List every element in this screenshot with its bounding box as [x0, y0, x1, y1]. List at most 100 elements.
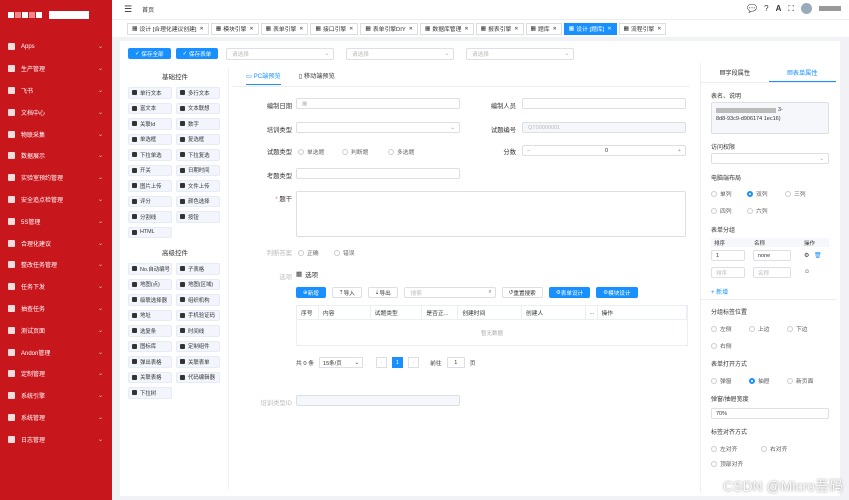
palette-component[interactable]: 评分: [128, 195, 172, 207]
page-tab[interactable]: ▦ 报表引擎 ✕: [475, 22, 524, 35]
breadcrumb-home[interactable]: 首页: [142, 5, 154, 14]
palette-component[interactable]: 级联选择器: [128, 294, 172, 306]
answer-radio-false[interactable]: 错误: [334, 248, 355, 257]
page-tab[interactable]: ▦ 设计 [合理化建议创建] ✕: [127, 22, 209, 35]
tab-field-props[interactable]: ▤ 字段属性: [701, 63, 769, 82]
open-mode-drawer[interactable]: 抽屉: [749, 376, 770, 385]
open-mode-dialog[interactable]: 弹窗: [711, 376, 732, 385]
help-icon[interactable]: ?: [764, 4, 768, 13]
tab-form-props[interactable]: ▤ 表单属性: [768, 63, 836, 82]
score-stepper[interactable]: −0 +: [522, 145, 686, 156]
sidebar-item[interactable]: 日志管理 ⌄: [0, 428, 112, 450]
page-tab[interactable]: ▦ 题库 ✕: [525, 22, 562, 35]
palette-component[interactable]: 选复条: [128, 325, 172, 337]
form-design-button[interactable]: ⚙ 表单设计: [548, 287, 591, 298]
align-left[interactable]: 左对齐: [711, 444, 737, 453]
tab-mobile-preview[interactable]: ▯ 移动端预览: [299, 71, 335, 85]
group-order-input[interactable]: 1: [711, 250, 745, 261]
page-tab[interactable]: ▦ 表单引擎 ✕: [260, 22, 309, 35]
goto-input[interactable]: 1: [446, 357, 465, 368]
train-type-select[interactable]: ⌄: [296, 122, 460, 133]
sidebar-item[interactable]: 系统引擎 ⌄: [0, 385, 112, 407]
palette-component[interactable]: 地图(点): [128, 278, 172, 290]
sidebar-item[interactable]: 文档中心 ⌄: [0, 101, 112, 123]
sidebar-item[interactable]: 任务下发 ⌄: [0, 276, 112, 298]
reset-search-button[interactable]: ↺ 重置搜索: [501, 287, 543, 298]
sidebar-item[interactable]: 实验室预约管理 ⌄: [0, 167, 112, 189]
import-button[interactable]: ⇡ 导入: [331, 287, 362, 298]
answer-radio-true[interactable]: 正确: [298, 248, 319, 257]
palette-component[interactable]: 组织机构: [176, 294, 220, 306]
palette-component[interactable]: 数字: [176, 118, 220, 130]
palette-component[interactable]: 单选框: [128, 133, 172, 145]
qtype-radio-single[interactable]: 单选题: [298, 147, 324, 156]
page-size-select[interactable]: 15条/页 ⌄: [319, 357, 364, 368]
stem-textarea[interactable]: [296, 191, 686, 237]
palette-component[interactable]: 开关: [128, 164, 172, 176]
palette-component[interactable]: 图片上传: [128, 180, 172, 192]
table-name-textarea[interactable]: 3- 8d8-93c9-d906174 1ec16): [711, 102, 829, 134]
select-2[interactable]: 请选择 ⌄: [346, 48, 454, 60]
message-icon[interactable]: 💬: [747, 4, 757, 13]
sidebar-item[interactable]: 5S管理 ⌄: [0, 210, 112, 232]
palette-component[interactable]: 下拉复选: [176, 149, 220, 161]
palette-component[interactable]: 富文本: [128, 102, 172, 114]
close-icon[interactable]: ✕: [299, 26, 303, 32]
sidebar-item[interactable]: 整改任务管理 ⌄: [0, 254, 112, 276]
palette-component[interactable]: 下拉单选: [128, 149, 172, 161]
palette-component[interactable]: 定制组件: [176, 340, 220, 352]
palette-component[interactable]: 下拉树: [128, 387, 172, 399]
sidebar-item[interactable]: 定制管理 ⌄: [0, 363, 112, 385]
align-top[interactable]: 顶部对齐: [711, 459, 743, 468]
palette-component[interactable]: 关联表格: [128, 371, 172, 383]
close-icon[interactable]: ✕: [409, 26, 413, 32]
save-form-button[interactable]: ✓ 保存表单: [175, 48, 219, 59]
next-page-button[interactable]: ›: [408, 357, 420, 368]
group-name-input[interactable]: none: [753, 250, 791, 261]
layout-radio-3col[interactable]: 三列: [785, 189, 806, 198]
page-tab[interactable]: ▦ 流程引擎 ✕: [618, 22, 667, 35]
palette-component[interactable]: 文件上传: [176, 180, 220, 192]
sidebar-item[interactable]: 抽查任务 ⌄: [0, 298, 112, 320]
page-1[interactable]: 1: [392, 357, 404, 368]
sidebar-item[interactable]: 测试页面 ⌄: [0, 319, 112, 341]
label-pos-top[interactable]: 上边: [749, 324, 770, 333]
select-3[interactable]: 请选择 ⌄: [466, 48, 574, 60]
sidebar-item[interactable]: 飞书 ⌄: [0, 80, 112, 102]
group-order-input-new[interactable]: 排序: [711, 267, 745, 278]
page-tab[interactable]: ▦ 接口引擎 ✕: [310, 22, 359, 35]
page-tab[interactable]: ▦ 表单引擎DIY ✕: [360, 22, 418, 35]
translate-icon[interactable]: A: [776, 4, 782, 13]
label-pos-bottom[interactable]: 下边: [787, 324, 808, 333]
page-tab[interactable]: ▦ 数据库管理 ✕: [419, 22, 474, 35]
palette-component[interactable]: 多行文本: [176, 87, 220, 99]
fullscreen-icon[interactable]: ⛶: [788, 4, 794, 14]
palette-component[interactable]: 关联表单: [176, 356, 220, 368]
sidebar-item[interactable]: 系统管理 ⌄: [0, 407, 112, 429]
prev-page-button[interactable]: ‹: [376, 357, 388, 368]
palette-component[interactable]: 子表格: [176, 263, 220, 275]
avatar[interactable]: [801, 3, 812, 14]
palette-component[interactable]: 按钮: [176, 211, 220, 223]
add-group-link[interactable]: + 新增: [711, 287, 728, 296]
palette-component[interactable]: HTML: [128, 226, 172, 238]
palette-component[interactable]: 图标库: [128, 340, 172, 352]
tab-pc-preview[interactable]: ▭ PC端预览: [246, 71, 281, 85]
sidebar-item[interactable]: 合理化建议 ⌄: [0, 232, 112, 254]
select-1[interactable]: 请选择 ⌄: [226, 48, 334, 60]
save-all-button[interactable]: ✓ 保存全部: [128, 48, 171, 59]
layout-radio-6col[interactable]: 六列: [747, 206, 768, 215]
search-icon[interactable]: ⌕: [489, 289, 492, 296]
palette-component[interactable]: 文本联想: [176, 102, 220, 114]
qtype-radio-multi[interactable]: 多选题: [388, 147, 414, 156]
page-tab[interactable]: ▦ 设计 [题库] ✕: [563, 22, 617, 35]
palette-component[interactable]: 关联Id: [128, 118, 172, 130]
exam-type-field[interactable]: [296, 168, 460, 179]
palette-component[interactable]: 地图(区域): [176, 278, 220, 290]
label-pos-right[interactable]: 右侧: [711, 341, 732, 350]
qtype-id-field[interactable]: [296, 395, 460, 406]
palette-component[interactable]: 时间线: [176, 325, 220, 337]
editor-field[interactable]: [522, 98, 686, 109]
smile-icon[interactable]: ☺: [804, 269, 810, 275]
edit-date-field[interactable]: ▦: [296, 98, 460, 109]
